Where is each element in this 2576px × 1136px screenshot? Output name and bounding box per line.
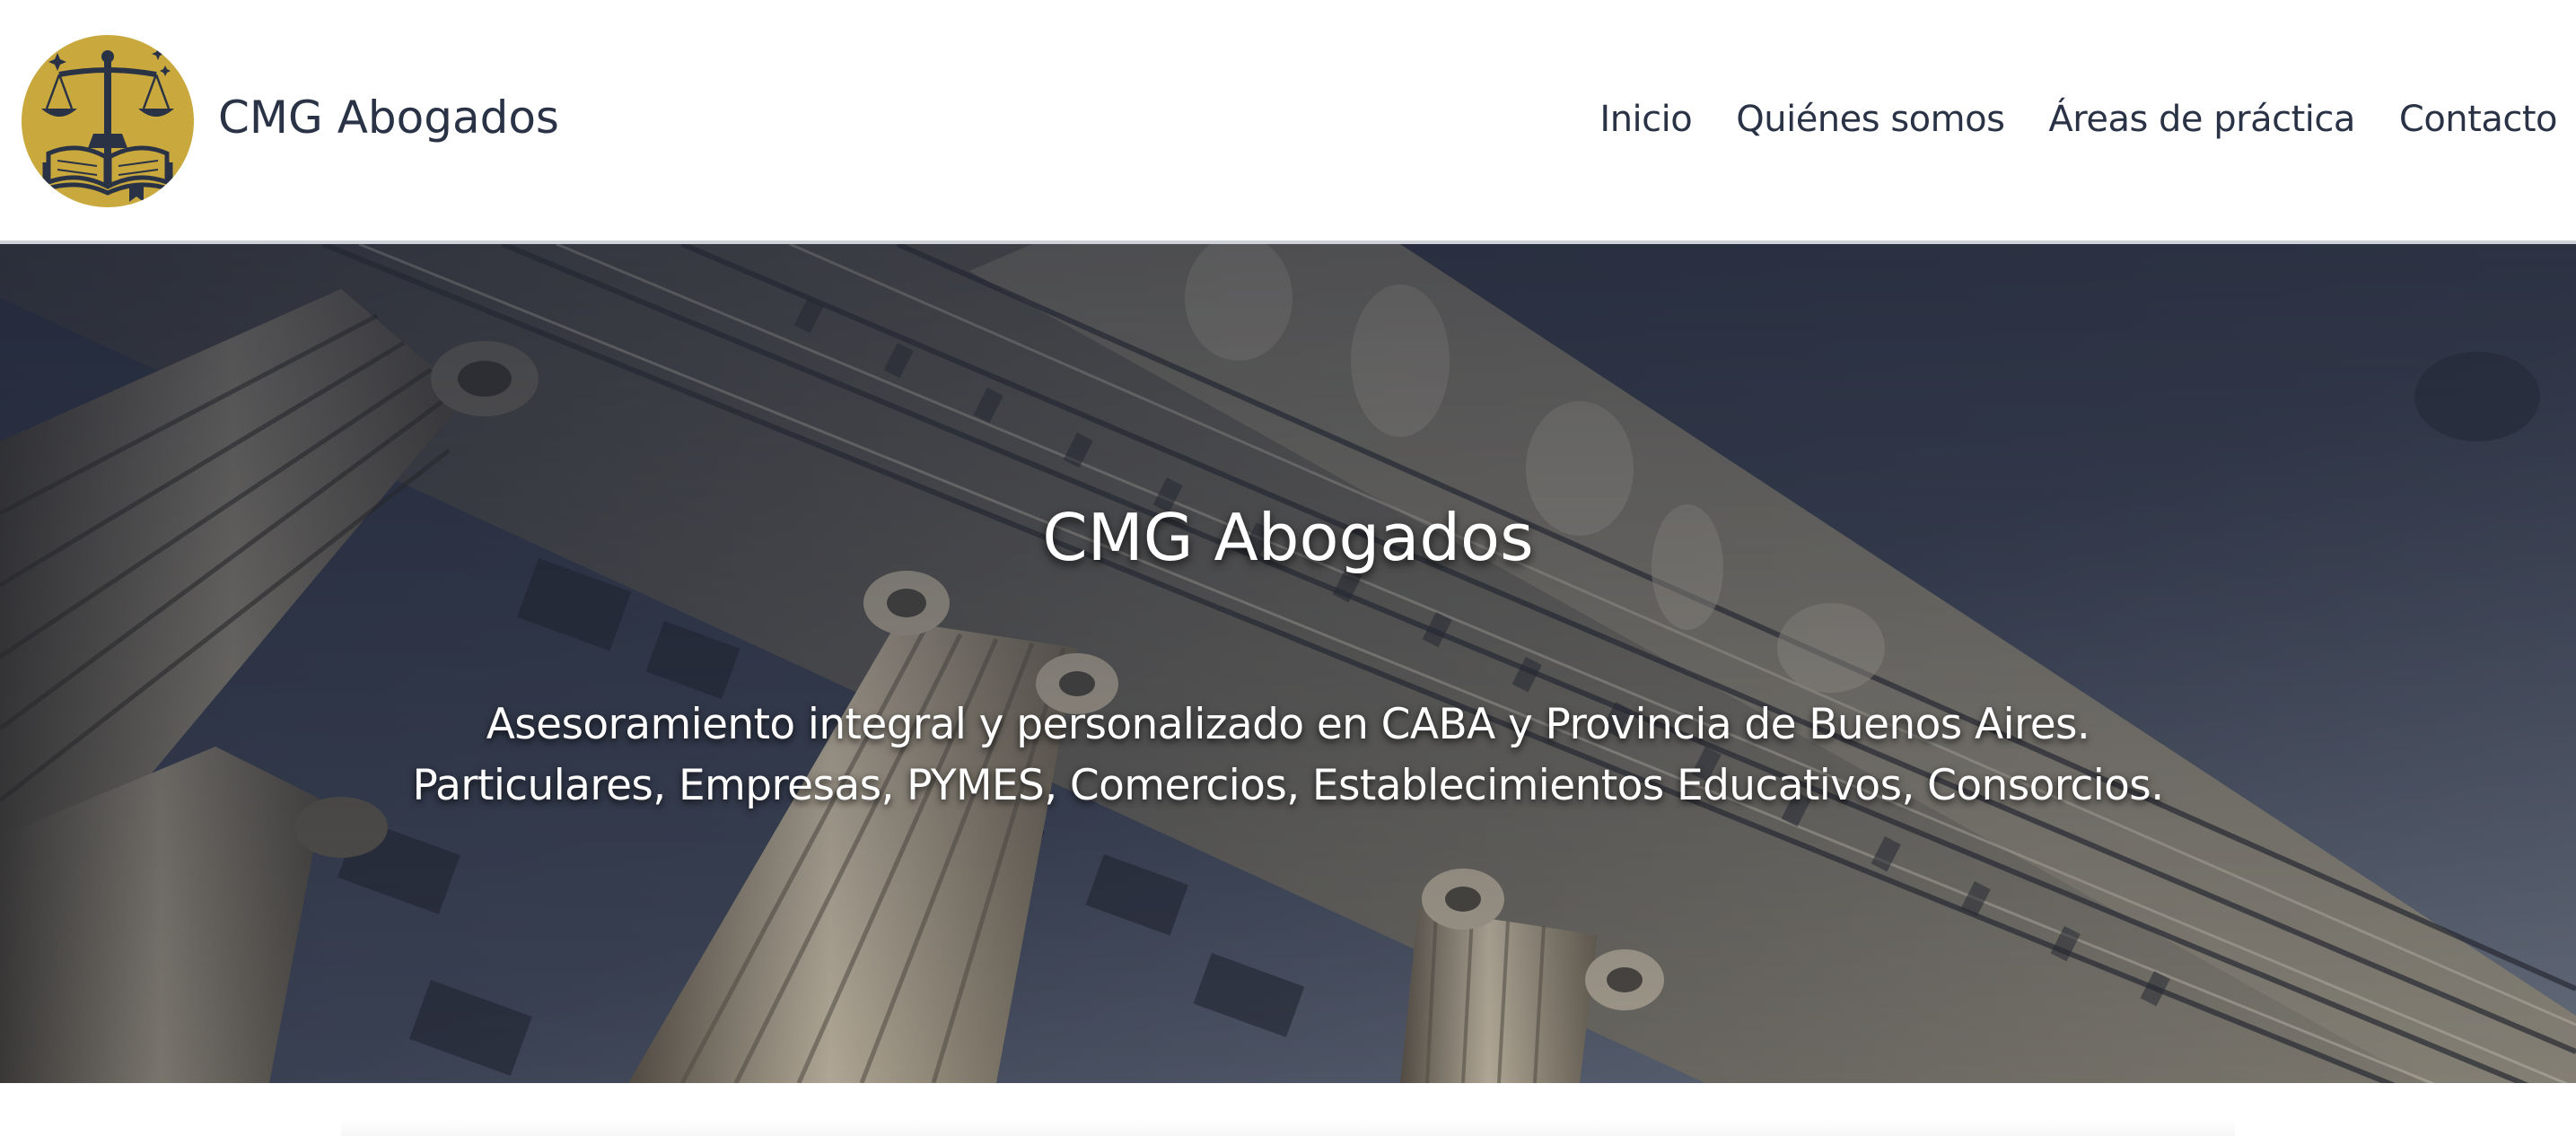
hero-subtitle-line-1: Asesoramiento integral y personalizado e… (486, 700, 2090, 749)
hero-banner: CMG Abogados Asesoramiento integral y pe… (0, 244, 2576, 1083)
hero-subtitle-line-2: Particulares, Empresas, PYMES, Comercios… (412, 761, 2164, 810)
logo-badge (22, 35, 194, 207)
nav-link-quienes-somos[interactable]: Quiénes somos (1736, 88, 2005, 151)
nav-link-contacto[interactable]: Contacto (2399, 88, 2558, 151)
hero-title: CMG Abogados (1042, 500, 1534, 575)
site-header: CMG Abogados Inicio Quiénes somos Áreas … (0, 0, 2576, 244)
brand-name: CMG Abogados (218, 92, 559, 144)
content-card-edge (341, 1119, 2235, 1136)
main-nav: Inicio Quiénes somos Áreas de práctica C… (1599, 88, 2557, 151)
page: CMG Abogados Inicio Quiénes somos Áreas … (0, 0, 2576, 1136)
nav-link-inicio[interactable]: Inicio (1599, 88, 1692, 151)
nav-link-areas-de-practica[interactable]: Áreas de práctica (2048, 88, 2355, 151)
content-area (0, 1083, 2576, 1136)
scales-of-justice-icon (41, 48, 174, 202)
hero-background-image (0, 244, 2576, 1083)
